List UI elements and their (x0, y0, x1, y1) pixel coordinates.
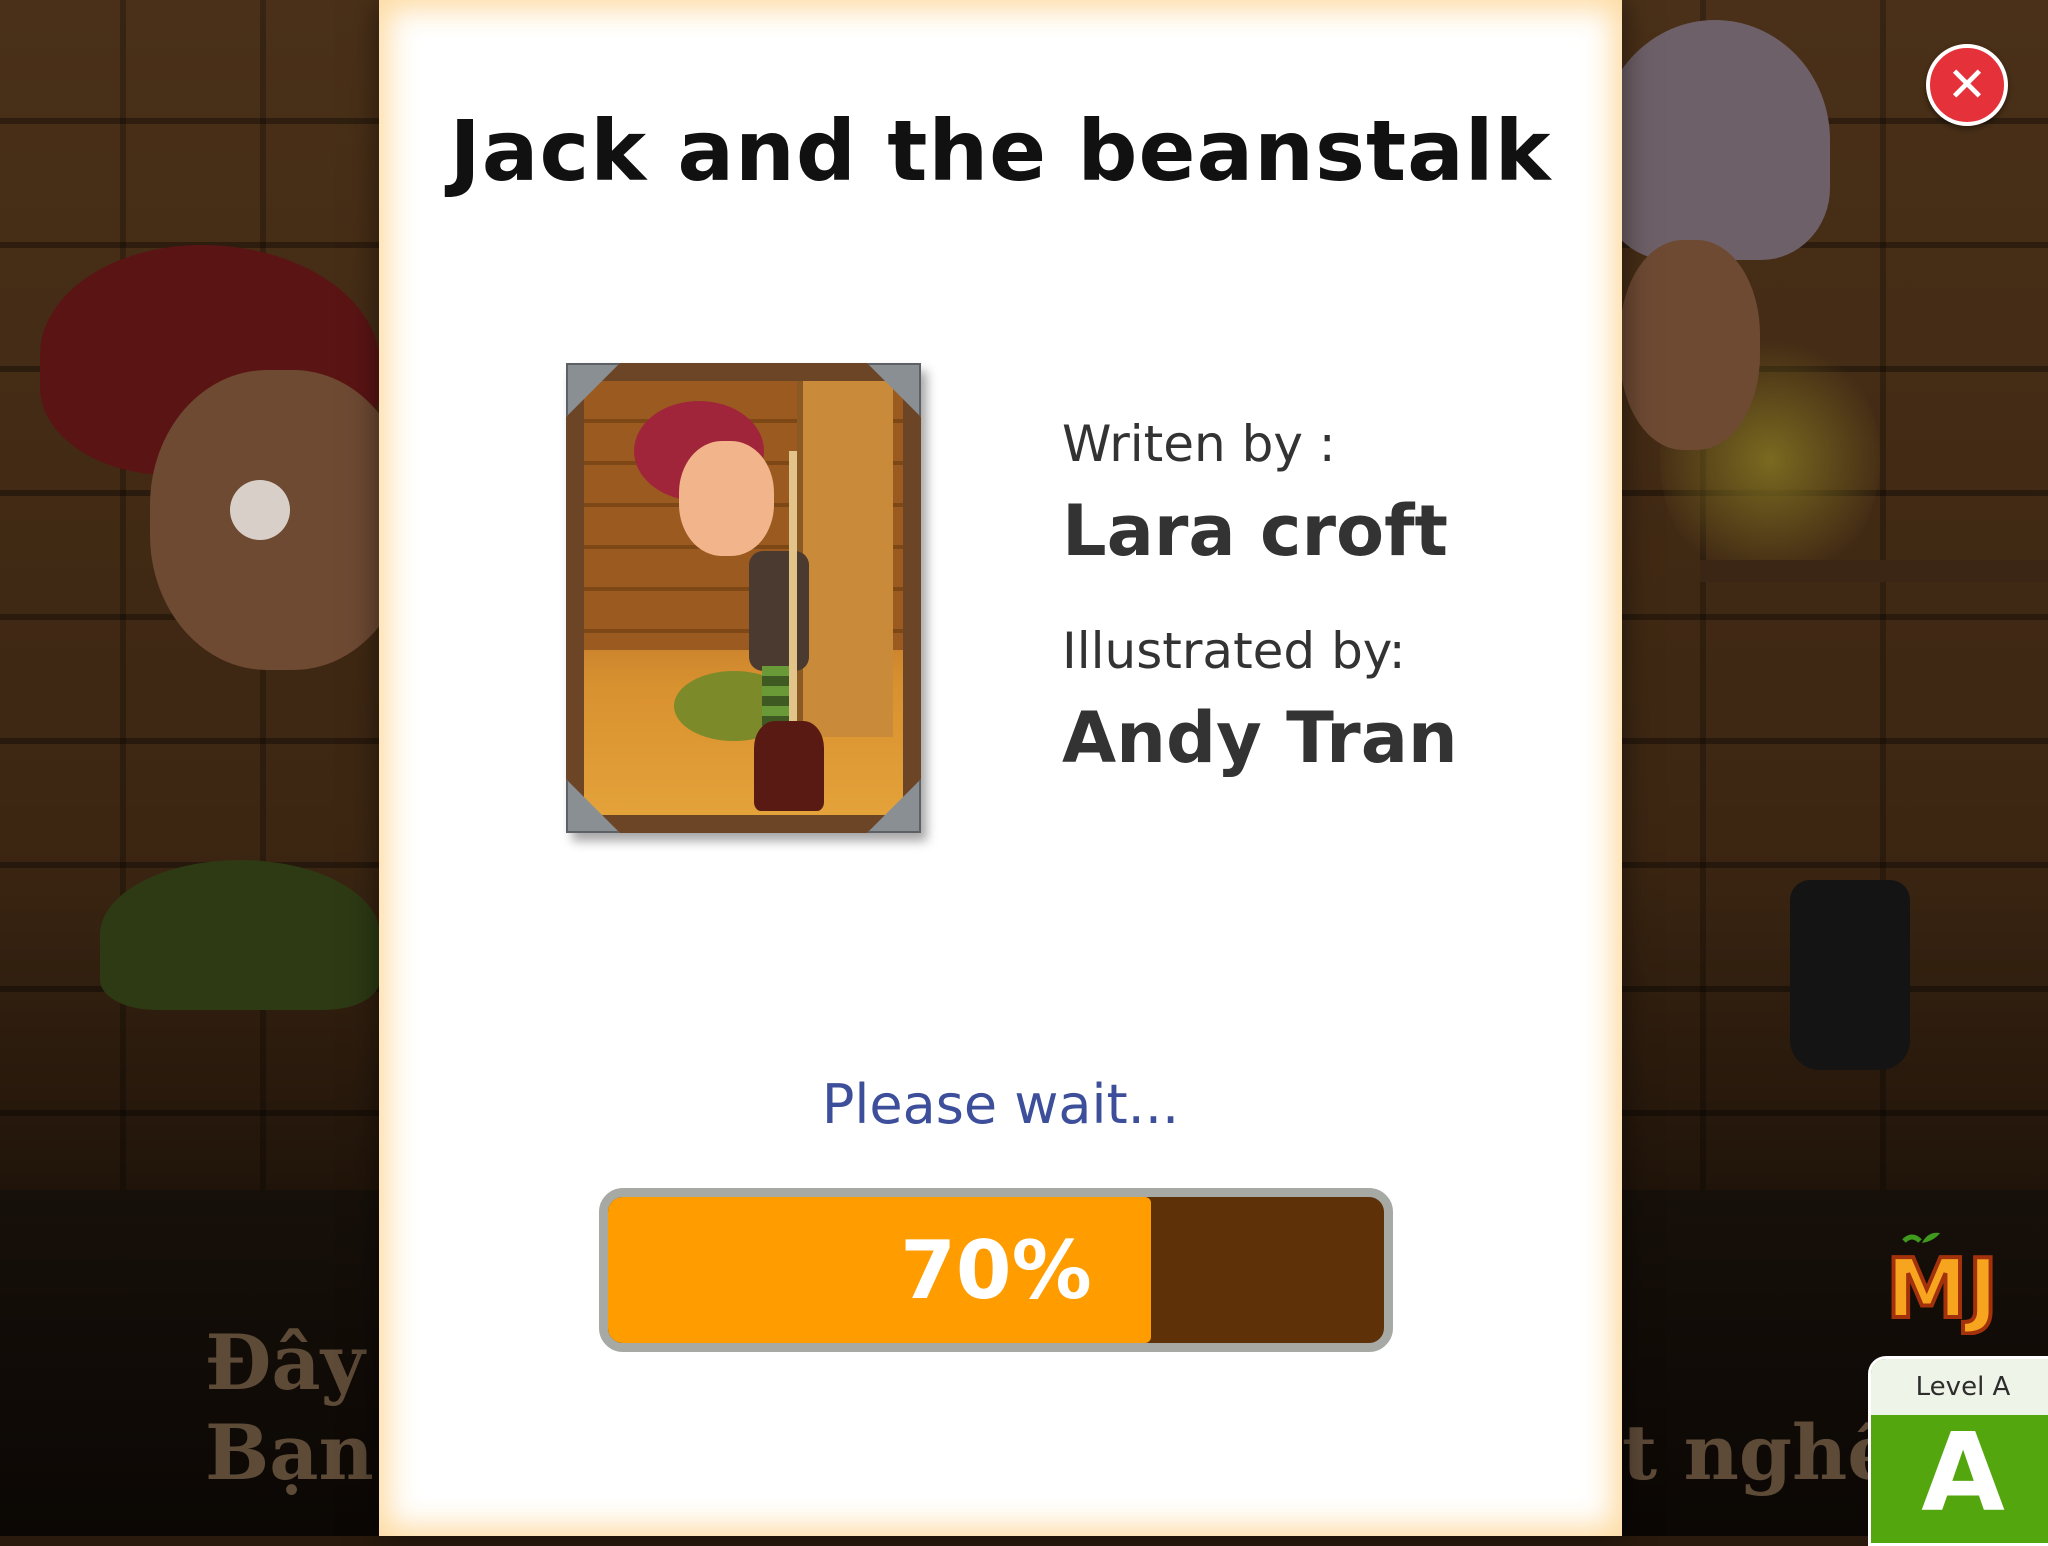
close-icon: ✕ (1946, 57, 1988, 113)
background-chef-face (1620, 240, 1760, 450)
background-subtitle-line2: Bạn (205, 1408, 374, 1497)
cover-illustration (584, 381, 903, 815)
logo-text: MJ (1886, 1242, 1998, 1335)
progress-percent-label: 70% (900, 1223, 1092, 1317)
author-name: Lara croft (1062, 490, 1448, 572)
background-watering-can (1790, 880, 1910, 1070)
background-chef-hat (1600, 20, 1830, 260)
book-cover (566, 363, 921, 833)
loading-message: Please wait... (821, 1073, 1180, 1136)
written-by-label: Writen by : (1062, 415, 1336, 473)
loading-progress-bar: 70% (599, 1188, 1393, 1352)
background-hay (100, 860, 380, 1010)
level-badge[interactable]: Level A A (1868, 1356, 2048, 1546)
mj-logo: MJ (1882, 1225, 2048, 1339)
background-subtitle-line1: Đây (205, 1318, 365, 1407)
illustrator-name: Andy Tran (1062, 697, 1458, 779)
background-table (1700, 560, 2048, 582)
book-loading-modal: Jack and the beanstalk Writen by : Lara … (379, 0, 1622, 1536)
background-character-eye (230, 480, 290, 540)
level-letter: A (1921, 1411, 2005, 1536)
background-subtitle-line2-right: t nghề (1622, 1408, 1896, 1497)
close-button[interactable]: ✕ (1926, 44, 2008, 126)
level-label: Level A (1871, 1359, 2048, 1415)
book-title: Jack and the beanstalk (449, 102, 1552, 200)
illustrated-by-label: Illustrated by: (1062, 622, 1406, 680)
